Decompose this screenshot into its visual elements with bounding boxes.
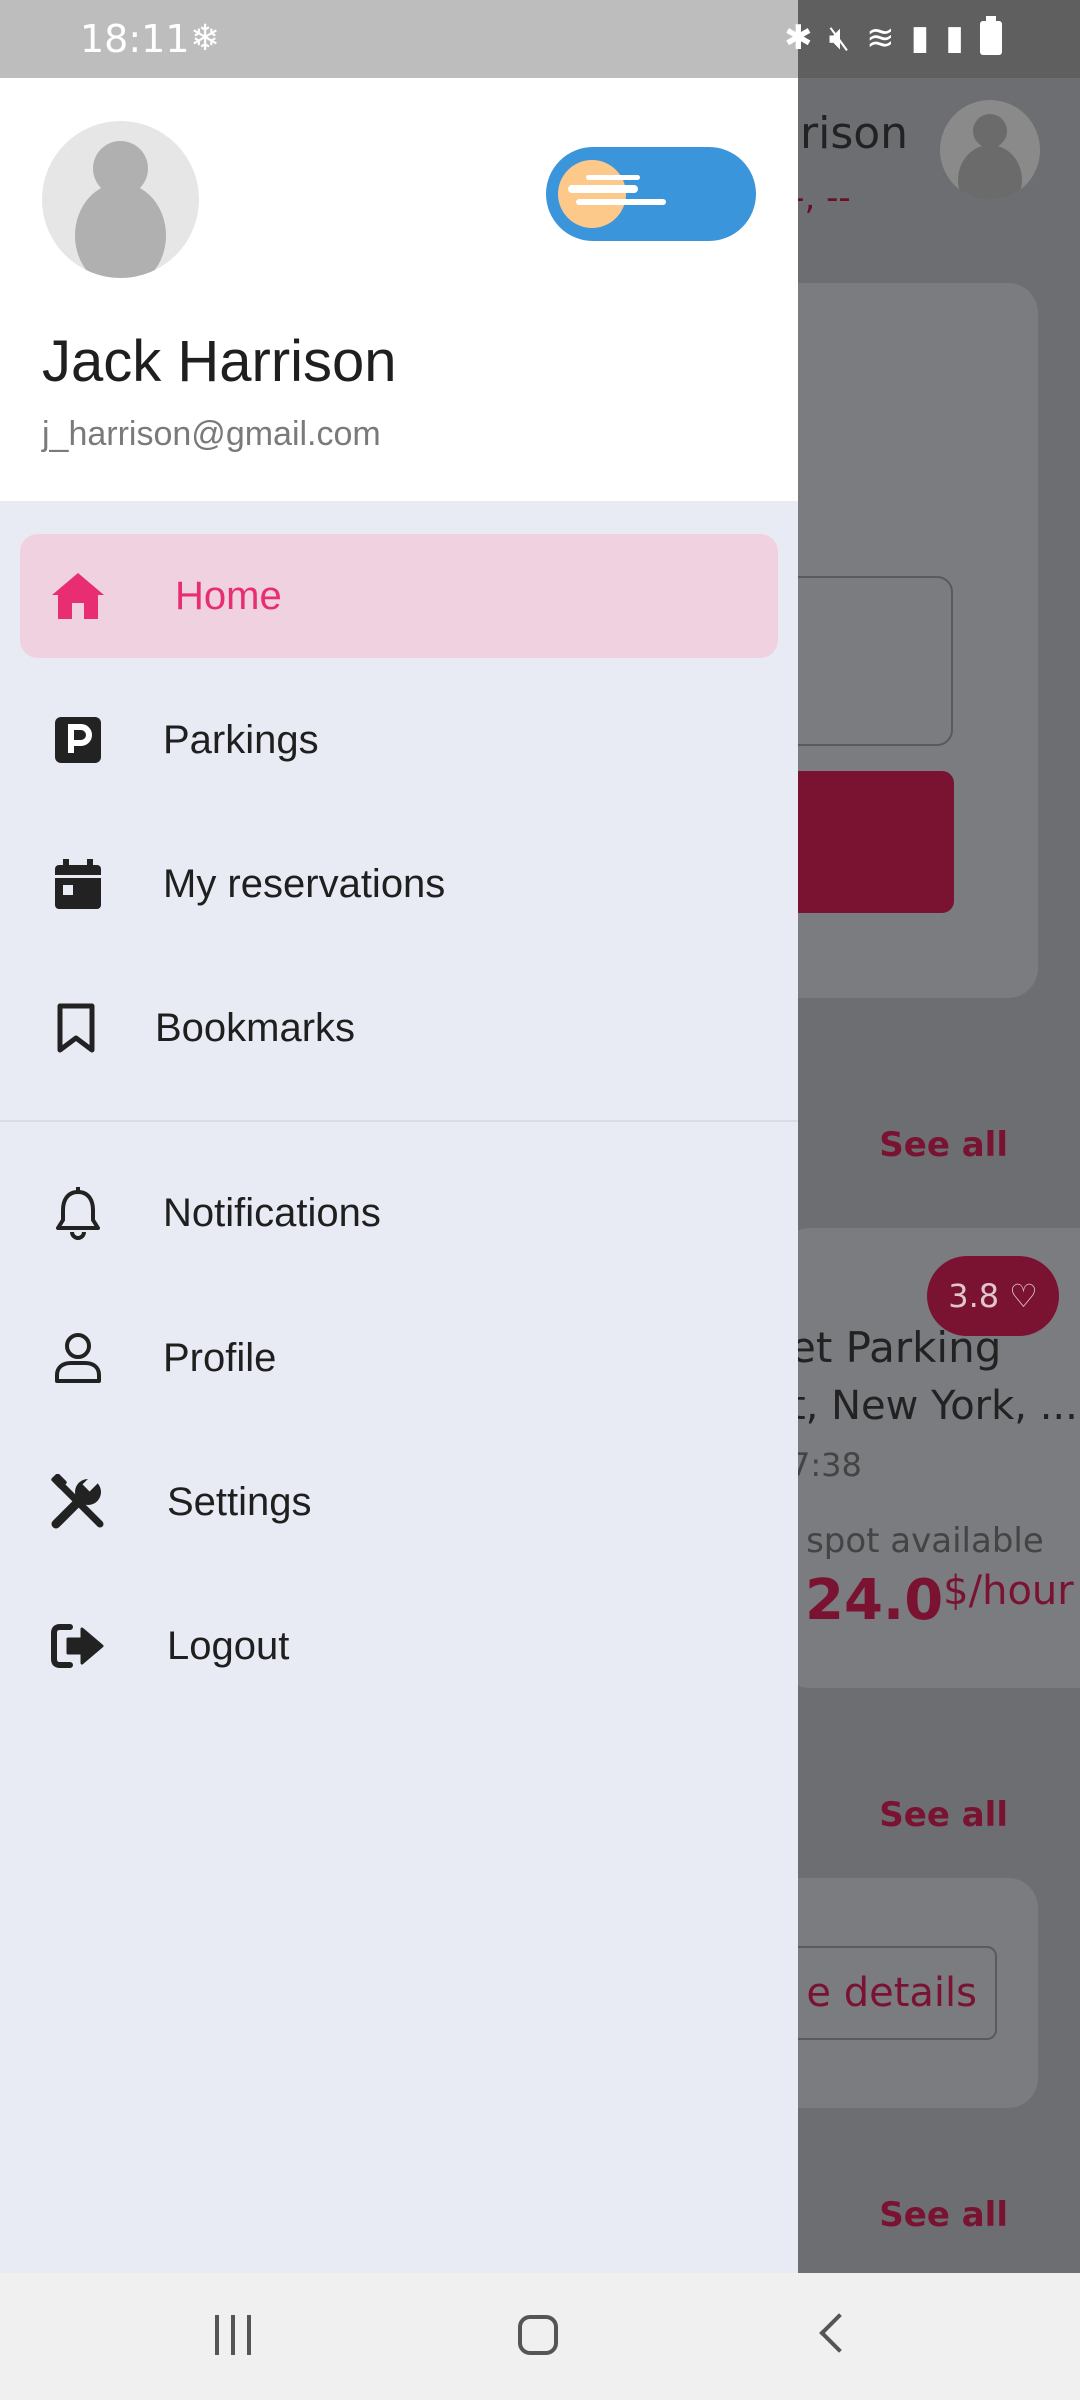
parking-icon — [50, 712, 106, 768]
menu-label-profile: Profile — [163, 1335, 277, 1380]
home-icon — [50, 568, 106, 624]
menu-label-parkings: Parkings — [163, 717, 319, 762]
sun-icon — [558, 160, 626, 228]
system-nav-bar — [0, 2273, 1080, 2400]
signal-icon: ▮ — [910, 18, 930, 58]
menu-item-notifications[interactable]: Notifications — [20, 1151, 778, 1275]
home-button[interactable] — [518, 2315, 558, 2355]
drawer-header: Jack Harrison j_harrison@gmail.com — [0, 78, 798, 501]
recents-button[interactable] — [215, 2315, 251, 2355]
cloud-icon — [576, 199, 666, 205]
logout-icon — [50, 1618, 106, 1674]
user-email: j_harrison@gmail.com — [42, 415, 381, 453]
status-icons: ✱ 🔇︎ ≋ ▮ ▮ — [784, 16, 1002, 58]
menu-item-profile[interactable]: Profile — [20, 1296, 778, 1420]
cloud-icon — [586, 175, 640, 180]
avatar[interactable] — [42, 121, 199, 278]
user-icon — [50, 1330, 106, 1386]
bg-price: 24.0$/hour — [805, 1568, 1074, 1633]
status-time: 18:11 — [80, 17, 190, 61]
battery-icon — [980, 16, 1002, 55]
tools-icon — [50, 1474, 106, 1530]
fan-icon: ❄ — [190, 18, 221, 59]
menu-item-reservations[interactable]: My reservations — [20, 822, 778, 946]
bluetooth-icon: ✱ — [784, 18, 813, 58]
bg-spot-available: ) spot available — [782, 1521, 1044, 1561]
menu-label-bookmarks: Bookmarks — [155, 1005, 356, 1050]
menu-item-settings[interactable]: Settings — [20, 1440, 778, 1564]
menu-item-parkings[interactable]: Parkings — [20, 678, 778, 802]
wifi-icon: ≋ — [866, 18, 895, 58]
theme-toggle[interactable] — [546, 147, 756, 241]
user-name: Jack Harrison — [42, 329, 397, 394]
menu-label-settings: Settings — [167, 1479, 312, 1524]
menu-label-logout: Logout — [167, 1623, 290, 1668]
menu-label-reservations: My reservations — [163, 861, 446, 906]
bg-price-unit: $/hour — [943, 1568, 1074, 1614]
menu-item-bookmarks[interactable]: Bookmarks — [20, 966, 778, 1090]
mute-icon: 🔇︎ — [828, 18, 851, 58]
avatar-body — [75, 183, 166, 278]
bg-see-all: See all — [879, 1795, 1008, 1835]
bg-avatar — [940, 100, 1040, 200]
bookmark-icon — [48, 1000, 104, 1056]
bell-icon — [50, 1185, 106, 1241]
bg-see-all: See all — [879, 2195, 1008, 2235]
menu-item-home[interactable]: Home — [20, 534, 778, 658]
bg-see-all: See all — [879, 1125, 1008, 1165]
menu-label-notifications: Notifications — [163, 1190, 381, 1235]
menu-divider — [0, 1120, 798, 1122]
bg-search-button — [780, 771, 954, 913]
heart-icon: ♡ — [1009, 1277, 1038, 1315]
cloud-icon — [568, 185, 638, 193]
status-bar: 18:11 ❄ ✱ 🔇︎ ≋ ▮ ▮ — [0, 0, 1080, 78]
bg-rating-value: 3.8 — [948, 1277, 1000, 1315]
back-button[interactable] — [819, 2313, 859, 2353]
calendar-icon — [50, 856, 106, 912]
bg-parking-title: et Parking — [790, 1323, 1002, 1372]
bg-parking-time: 7:38 — [790, 1446, 862, 1484]
bg-parking-address: t, New York, ... — [790, 1383, 1078, 1429]
bg-user-name: rison — [800, 108, 909, 159]
bg-input — [780, 576, 953, 746]
menu-label-home: Home — [175, 573, 282, 618]
menu-item-logout[interactable]: Logout — [20, 1584, 778, 1708]
bg-price-value: 24.0 — [805, 1568, 944, 1633]
signal-icon: ▮ — [945, 18, 964, 58]
navigation-drawer: Jack Harrison j_harrison@gmail.com Home … — [0, 78, 798, 2273]
